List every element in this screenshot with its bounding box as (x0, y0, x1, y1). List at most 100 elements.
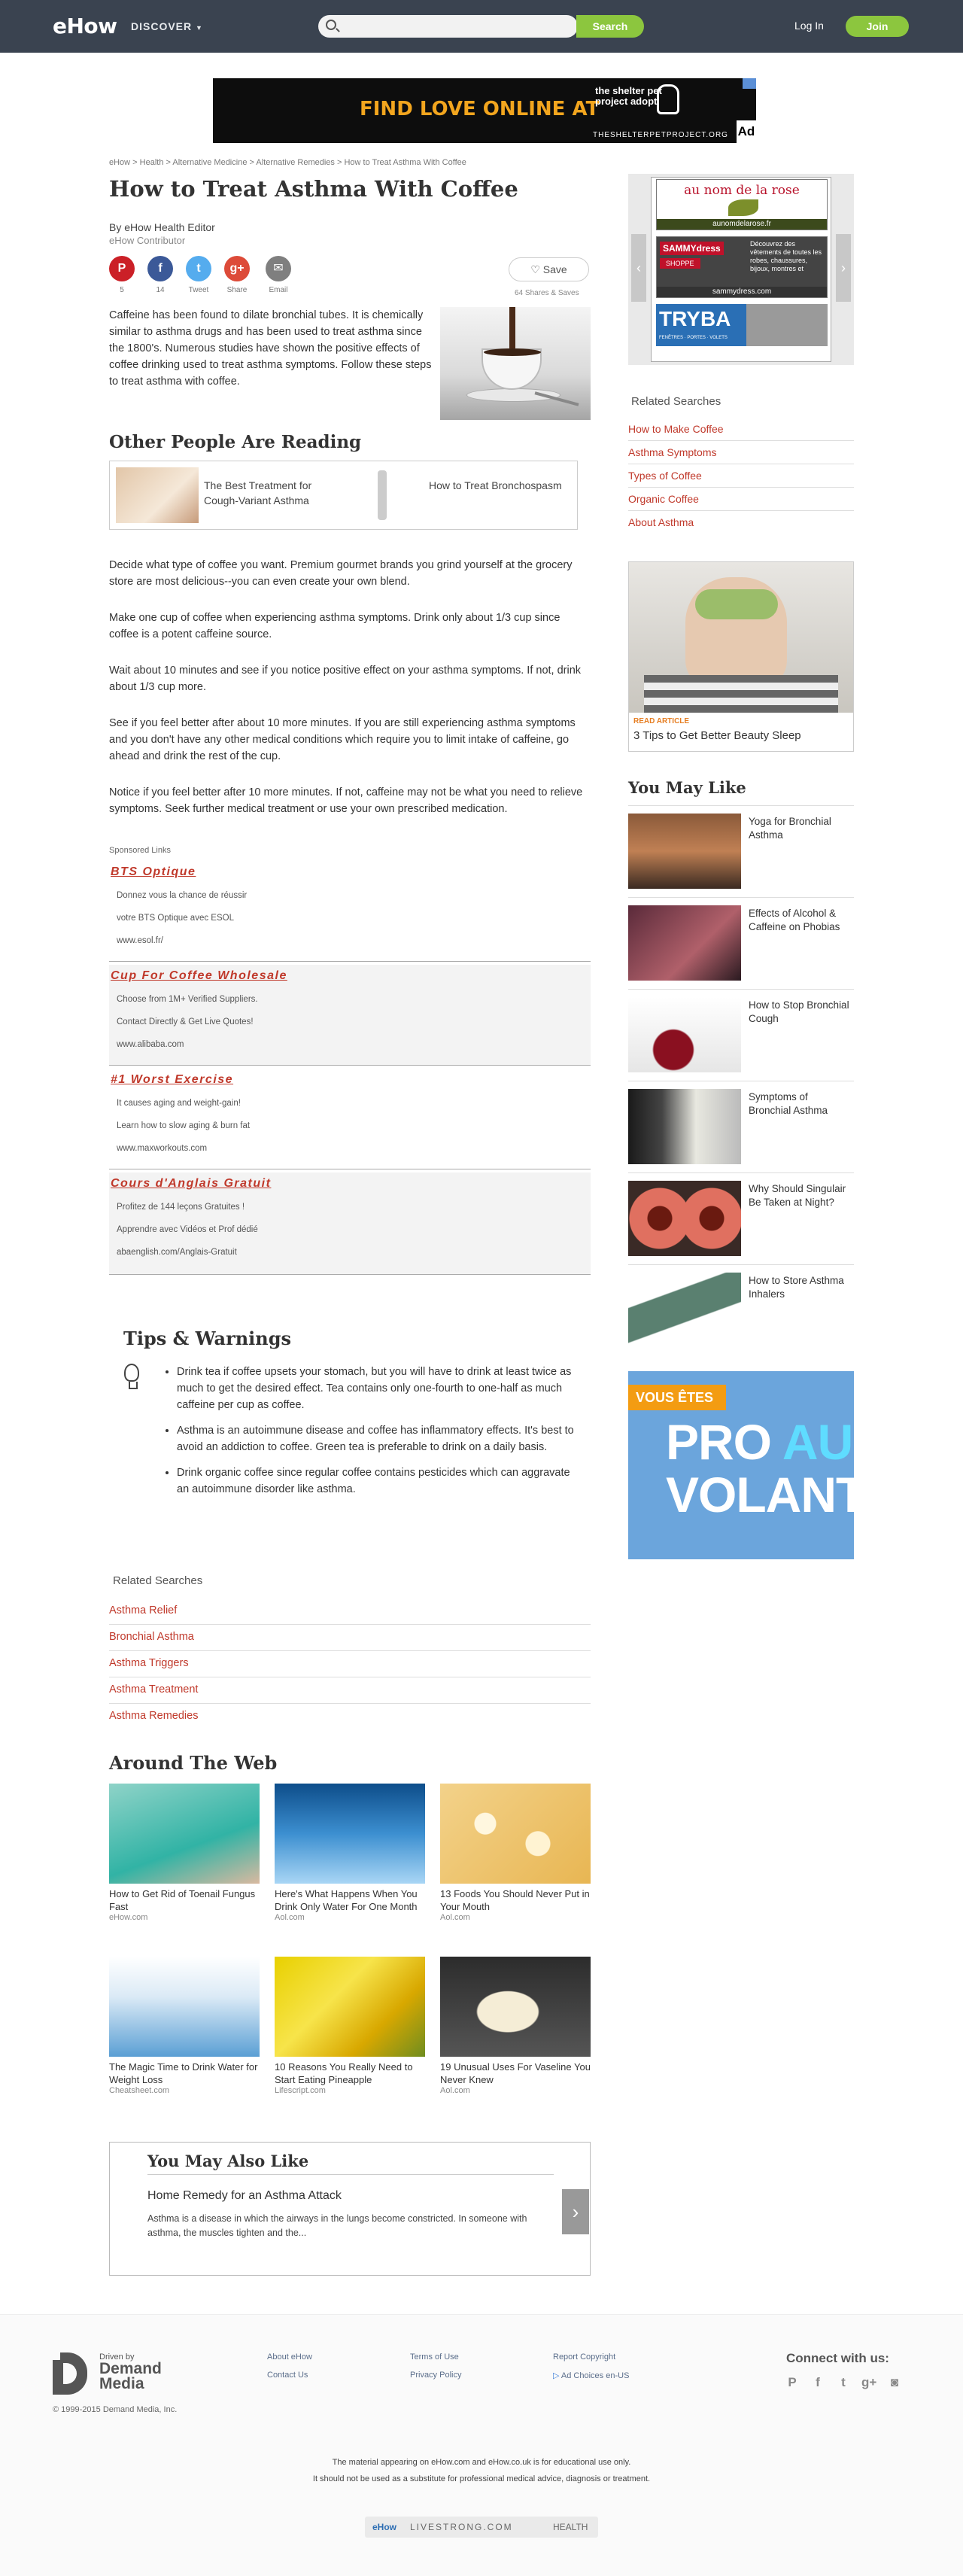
you-may-like-item[interactable]: Effects of Alcohol & Caffeine on Phobias (628, 897, 854, 981)
footer-link[interactable]: Privacy Policy (410, 2371, 461, 2380)
sidebar-ad-carousel[interactable]: ‹ › au nom de la rose aunomdelarose.fr S… (628, 174, 854, 365)
related-searches-title: Related Searches (113, 1574, 203, 1587)
around-web-item[interactable]: 19 Unusual Uses For Vaseline You Never K… (440, 1957, 591, 2095)
sponsored-item[interactable]: Cup For Coffee Wholesale Choose from 1M+… (109, 965, 591, 1066)
ad-url: aunomdelarose.fr (657, 219, 827, 230)
ad-word: PRO (666, 1414, 772, 1470)
ad-badge: VOUS ÊTES (628, 1385, 726, 1410)
footer-link[interactable]: Terms of Use (410, 2352, 459, 2362)
top-banner-ad[interactable]: FIND LOVE ONLINE AT the shelter pet proj… (213, 78, 756, 143)
share-twitter[interactable]: t Tweet (186, 256, 211, 294)
byline[interactable]: By eHow Health Editor (109, 221, 215, 233)
you-may-like-item[interactable]: How to Store Asthma Inhalers (628, 1264, 854, 1348)
share-facebook[interactable]: f 14 (147, 256, 173, 294)
related-search-link[interactable]: Asthma Triggers (109, 1657, 189, 1669)
chevron-right-icon[interactable]: › (836, 234, 851, 302)
footer-link[interactable]: About eHow (267, 2352, 312, 2362)
sammydress-ad[interactable]: SAMMYdress SHOPPE Découvrez des vêtement… (656, 236, 828, 298)
search-input[interactable] (318, 15, 578, 38)
ad-brand: SAMMYdress (660, 242, 724, 255)
save-button[interactable]: ♡ Save (509, 257, 589, 281)
sponsored-url[interactable]: abaenglish.com/Anglais-Gratuit (117, 1248, 237, 1257)
brand-ehow[interactable]: eHow (372, 2517, 396, 2538)
sponsored-title[interactable]: BTS Optique (111, 865, 196, 879)
you-may-like-item[interactable]: How to Stop Bronchial Cough (628, 989, 854, 1072)
footer-link[interactable]: ▷ Ad Choices en-US (553, 2371, 629, 2380)
sponsored-title[interactable]: Cup For Coffee Wholesale (111, 969, 287, 983)
instagram-icon[interactable]: ◙ (887, 2375, 902, 2390)
share-email[interactable]: ✉ Email (266, 256, 291, 294)
googleplus-icon[interactable]: g+ (861, 2375, 876, 2390)
adchoices-icon[interactable] (743, 78, 756, 89)
sidebar-related-link[interactable]: About Asthma (628, 516, 694, 528)
other-reading-title: Other People Are Reading (109, 432, 362, 452)
brand-livestrong[interactable]: LIVESTRONG.COM (410, 2517, 513, 2538)
disclaimer: It should not be used as a substitute fo… (312, 2474, 651, 2483)
around-web-item[interactable]: 13 Foods You Should Never Put in Your Mo… (440, 1784, 591, 1922)
lungs-thumbnail (345, 467, 420, 523)
sidebar-related-link[interactable]: Organic Coffee (628, 493, 699, 505)
other-reading-item[interactable]: How to Treat Bronchospasm (345, 467, 578, 523)
around-web-caption: 10 Reasons You Really Need to Start Eati… (275, 2061, 413, 2085)
tips-title: Tips & Warnings (123, 1328, 292, 1349)
discover-menu[interactable]: DISCOVER ▼ (131, 20, 203, 32)
read-article-card[interactable]: READ ARTICLE 3 Tips to Get Better Beauty… (628, 561, 854, 752)
sidebar-related-link[interactable]: Types of Coffee (628, 470, 702, 482)
sponsored-url[interactable]: www.maxworkouts.com (117, 1144, 207, 1153)
you-may-like-item[interactable]: Symptoms of Bronchial Asthma (628, 1081, 854, 1164)
footer-link[interactable]: Report Copyright (553, 2352, 615, 2362)
save-count: 64 Shares & Saves (515, 289, 579, 297)
demand-media-name: Demand Media (99, 2360, 162, 2392)
pinterest-icon[interactable]: P (785, 2375, 800, 2390)
you-may-also-like-link[interactable]: Home Remedy for an Asthma Attack (147, 2189, 342, 2203)
chevron-right-icon[interactable]: › (562, 2189, 589, 2234)
related-search-link[interactable]: Bronchial Asthma (109, 1631, 194, 1643)
chevron-left-icon[interactable]: ‹ (631, 234, 646, 302)
sponsored-title[interactable]: #1 Worst Exercise (111, 1073, 233, 1087)
brand-health[interactable]: HEALTH (553, 2517, 588, 2538)
login-link[interactable]: Log In (794, 20, 824, 32)
ehow-logo[interactable]: eHow (53, 14, 117, 38)
sponsored-title[interactable]: Cours d'Anglais Gratuit (111, 1177, 271, 1191)
you-may-like-item[interactable]: Why Should Singulair Be Taken at Night? (628, 1172, 854, 1256)
around-web-item[interactable]: The Magic Time to Drink Water for Weight… (109, 1957, 260, 2095)
around-web-source: Aol.com (275, 1913, 305, 1922)
other-reading-box: The Best Treatment for Cough-Variant Ast… (109, 461, 578, 530)
around-web-item[interactable]: 10 Reasons You Really Need to Start Eati… (275, 1957, 425, 2095)
twitter-icon[interactable]: t (836, 2375, 851, 2390)
footer-link[interactable]: Contact Us (267, 2371, 308, 2380)
sponsored-item[interactable]: Cours d'Anglais Gratuit Profitez de 144 … (109, 1172, 591, 1275)
demand-media-logo[interactable] (53, 2352, 90, 2395)
join-button[interactable]: Join (846, 16, 909, 37)
sponsored-url[interactable]: www.alibaba.com (117, 1040, 184, 1049)
sidebar-related-link[interactable]: Asthma Symptoms (628, 446, 716, 458)
sponsored-item[interactable]: BTS Optique Donnez vous la chance de réu… (109, 861, 591, 962)
inhaler-thumbnail (628, 1273, 741, 1348)
around-web-item[interactable]: Here's What Happens When You Drink Only … (275, 1784, 425, 1922)
related-search-link[interactable]: Asthma Relief (109, 1604, 177, 1616)
divider (628, 487, 854, 488)
share-pinterest[interactable]: P5 (109, 256, 135, 294)
facebook-icon[interactable]: f (810, 2375, 825, 2390)
related-search-link[interactable]: Asthma Treatment (109, 1683, 198, 1696)
sponsored-url[interactable]: www.esol.fr/ (117, 936, 163, 945)
you-may-like-item[interactable]: Yoga for Bronchial Asthma (628, 805, 854, 889)
sidebar-related-link[interactable]: How to Make Coffee (628, 423, 724, 435)
sponsored-line: Apprendre avec Vidéos et Prof dédié (117, 1225, 258, 1234)
share-count: 5 (120, 286, 124, 294)
sidebar-ad[interactable]: au nom de la rose aunomdelarose.fr SAMMY… (651, 177, 831, 362)
ad-url: sammydress.com (657, 287, 827, 297)
other-reading-item[interactable]: The Best Treatment for Cough-Variant Ast… (110, 467, 343, 523)
save-label: Save (542, 263, 567, 275)
breadcrumb[interactable]: eHow > Health > Alternative Medicine > A… (109, 158, 466, 167)
search-button[interactable]: Search (576, 15, 644, 38)
pro-au-volant-ad[interactable]: VOUS ÊTES PRO AU VOLANT (628, 1371, 866, 1559)
ad-cta[interactable]: SHOPPE (660, 258, 700, 269)
related-search-link[interactable]: Asthma Remedies (109, 1710, 198, 1722)
sponsored-item[interactable]: #1 Worst Exercise It causes aging and we… (109, 1069, 591, 1169)
around-web-caption: 13 Foods You Should Never Put in Your Mo… (440, 1888, 590, 1912)
around-web-item[interactable]: How to Get Rid of Toenail Fungus Fast eH… (109, 1784, 260, 1922)
share-googleplus[interactable]: g+ Share (224, 256, 250, 294)
tryba-ad[interactable]: TRYBA FENÊTRES · PORTES · VOLETS (656, 304, 746, 346)
aunomdelarose-ad[interactable]: au nom de la rose aunomdelarose.fr (656, 179, 828, 230)
